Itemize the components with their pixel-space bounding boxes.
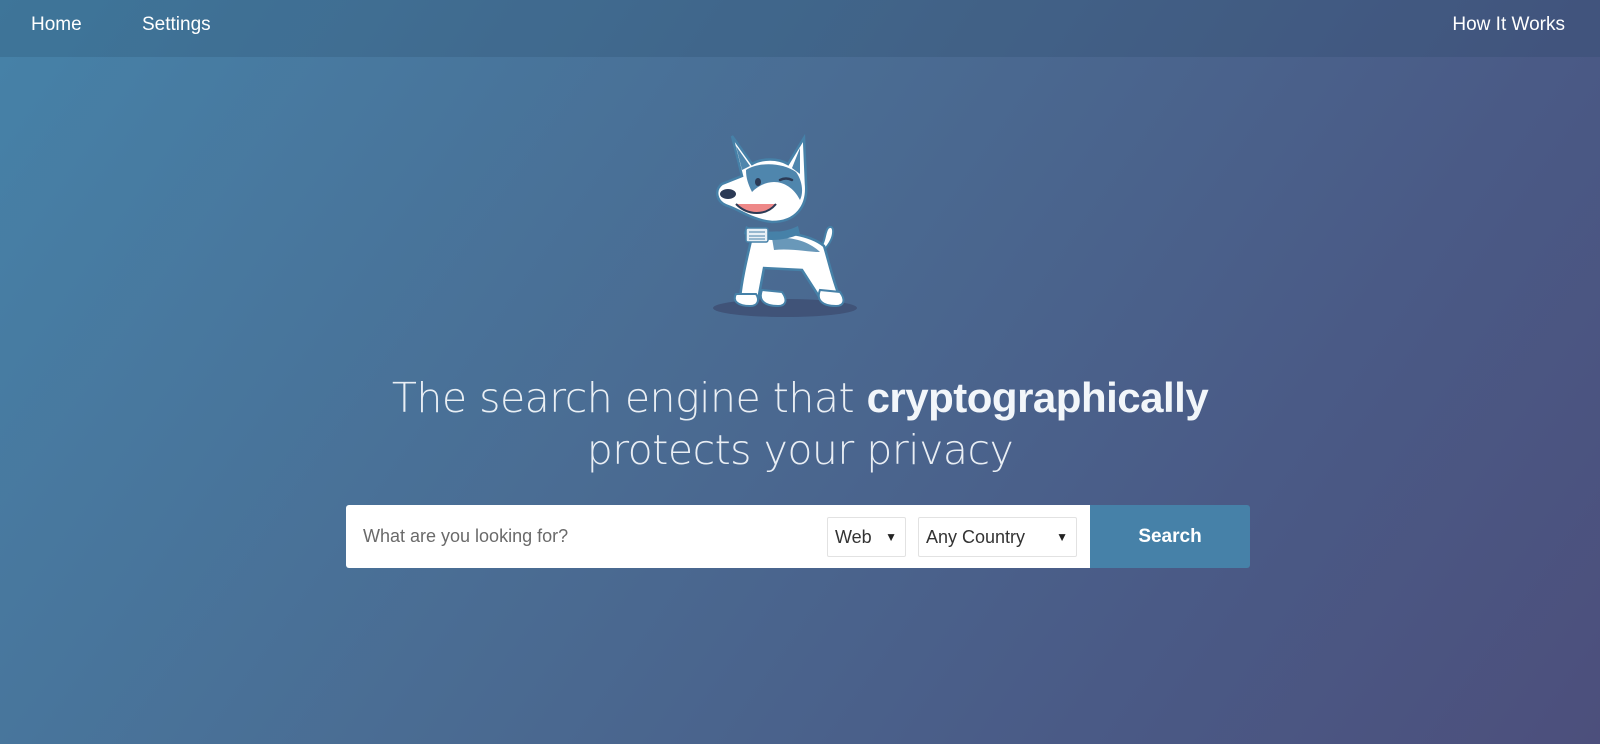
country-select[interactable]: Any Country ▼	[918, 517, 1077, 557]
hero-tagline-bold: cryptographically	[866, 374, 1209, 421]
caret-down-icon: ▼	[1056, 530, 1068, 544]
hero-tagline-line2: protects your privacy	[586, 426, 1014, 474]
top-navigation: Home Settings How It Works	[0, 0, 1600, 57]
country-value: Any Country	[926, 526, 1026, 547]
search-form: Web ▼ Any Country ▼ Search	[346, 505, 1250, 568]
hero-tagline-prefix: The search engine that	[391, 374, 867, 422]
search-input[interactable]	[346, 505, 816, 568]
caret-down-icon: ▼	[885, 530, 897, 544]
nav-how-it-works-link[interactable]: How It Works	[1452, 14, 1565, 36]
search-type-value: Web	[835, 526, 872, 547]
hero-tagline: The search engine that cryptographically…	[0, 372, 1600, 476]
search-box: Web ▼ Any Country ▼	[346, 505, 1090, 568]
hero-tagline-line1: The search engine that cryptographically	[0, 372, 1600, 424]
nav-settings-link[interactable]: Settings	[142, 14, 211, 36]
search-button[interactable]: Search	[1090, 505, 1250, 568]
search-type-select[interactable]: Web ▼	[827, 517, 906, 557]
husky-dog-mascot-icon	[712, 118, 872, 328]
nav-home-link[interactable]: Home	[31, 14, 82, 36]
